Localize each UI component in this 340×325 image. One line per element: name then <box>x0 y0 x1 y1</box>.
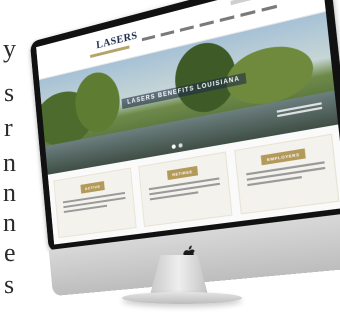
nav-item[interactable] <box>199 20 213 27</box>
side-letter: s <box>4 80 14 106</box>
card-text <box>63 192 127 216</box>
card-active: ACTIVE <box>53 167 137 238</box>
nav-item[interactable] <box>220 15 235 22</box>
side-letter: n <box>3 210 16 236</box>
slider-dot[interactable] <box>178 143 182 148</box>
nav-item[interactable] <box>180 25 194 31</box>
employers-button[interactable]: EMPLOYERS <box>261 148 306 165</box>
card-text <box>149 177 220 203</box>
card-employers: EMPLOYERS <box>234 134 340 215</box>
side-letter: s <box>4 272 14 298</box>
active-button[interactable]: ACTIVE <box>80 181 105 194</box>
nav-item[interactable] <box>161 30 175 36</box>
website-display: LASERS LASERS BENEFITS LOUISIANA ACTIVE … <box>36 0 340 245</box>
side-letter: n <box>3 150 16 176</box>
nav-item[interactable] <box>142 35 155 41</box>
slider-dot[interactable] <box>172 144 176 149</box>
monitor-screen: LASERS LASERS BENEFITS LOUISIANA ACTIVE … <box>30 0 340 252</box>
retiree-button[interactable]: RETIREE <box>167 166 198 180</box>
card-text <box>246 161 326 189</box>
side-letter: e <box>4 240 16 266</box>
utility-bar <box>230 0 311 5</box>
utility-link[interactable] <box>230 0 254 5</box>
monitor-stand-base <box>122 292 242 304</box>
side-letter: n <box>3 180 16 206</box>
nav-item[interactable] <box>262 5 277 12</box>
nav-item[interactable] <box>240 10 255 17</box>
side-letter: y <box>3 36 16 62</box>
background-side-text: y s r n n n e s <box>0 0 24 325</box>
card-retiree: RETIREE <box>138 152 232 227</box>
side-letter: r <box>4 115 13 141</box>
